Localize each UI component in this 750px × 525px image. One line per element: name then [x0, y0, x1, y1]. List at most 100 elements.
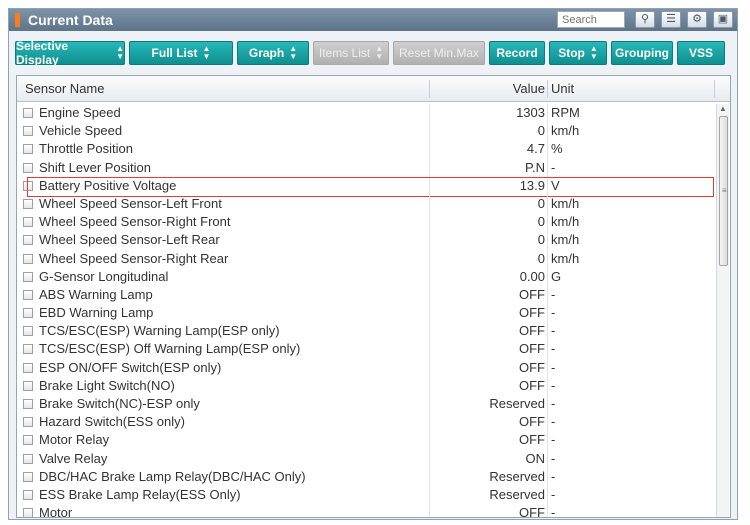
vss-button[interactable]: VSS	[677, 41, 725, 65]
sensor-name: EBD Warning Lamp	[39, 305, 154, 321]
sensor-value: Reserved	[489, 486, 545, 502]
reset-min-max-button[interactable]: Reset Min.Max	[393, 41, 485, 65]
row-checkbox[interactable]	[23, 217, 33, 228]
sensor-unit: -	[551, 505, 556, 518]
table-row[interactable]: Brake Switch(NC)-ESP only Reserved -	[17, 395, 714, 414]
row-checkbox[interactable]	[23, 399, 33, 409]
table-row[interactable]: EBD Warning Lamp OFF -	[17, 304, 714, 323]
table-row[interactable]: Vehicle Speed 0 km/h	[17, 122, 714, 141]
sensor-name: Engine Speed	[39, 105, 121, 120]
sensor-unit: km/h	[551, 250, 580, 266]
column-separator	[429, 340, 430, 359]
vertical-scrollbar[interactable]: ▲ ≡	[716, 104, 729, 517]
table-row[interactable]: DBC/HAC Brake Lamp Relay(DBC/HAC Only) Re…	[17, 467, 714, 486]
sensor-name: Motor	[39, 505, 73, 518]
row-checkbox[interactable]	[23, 326, 33, 337]
items-list-button[interactable]: Items List ▲ ▼	[313, 41, 389, 65]
settings-icon[interactable]: ⚙	[687, 11, 707, 28]
column-separator	[429, 104, 430, 123]
row-checkbox[interactable]	[23, 180, 33, 191]
list-icon[interactable]: ☰	[661, 11, 681, 28]
row-checkbox[interactable]	[23, 108, 33, 118]
table-row[interactable]: Motor OFF -	[17, 504, 714, 518]
column-separator	[429, 176, 430, 195]
table-row-selected[interactable]: Battery Positive Voltage 13.9 V	[17, 176, 714, 197]
window-icon[interactable]: ▣	[713, 11, 733, 28]
table-row[interactable]: TCS/ESC(ESP) Off Warning Lamp(ESP only) O…	[17, 340, 714, 359]
search-icon[interactable]: ⚲	[635, 11, 655, 28]
header-value[interactable]: Value	[437, 81, 545, 96]
table-row[interactable]: ESP ON/OFF Switch(ESP only) OFF -	[17, 358, 714, 377]
header-separator[interactable]	[547, 80, 548, 98]
record-button[interactable]: Record	[489, 41, 545, 65]
table-row[interactable]: G-Sensor Longitudinal 0.00 G	[17, 267, 714, 286]
sensor-value: P.N	[525, 159, 545, 175]
sensor-value: 0	[537, 123, 545, 139]
button-label: Reset Min.Max	[398, 46, 480, 60]
row-checkbox[interactable]	[23, 235, 33, 246]
column-separator	[429, 249, 430, 268]
sensor-data-grid: Sensor Name Value Unit Engine Speed 1303 R…	[16, 75, 731, 518]
row-checkbox[interactable]	[23, 162, 33, 173]
column-separator	[547, 104, 548, 123]
table-row[interactable]: TCS/ESC(ESP) Warning Lamp(ESP only) OFF -	[17, 322, 714, 341]
button-label: Full List	[151, 46, 198, 60]
scrollbar-thumb[interactable]: ≡	[719, 116, 728, 266]
sensor-name: DBC/HAC Brake Lamp Relay(DBC/HAC Only)	[39, 468, 306, 484]
spinner-icon: ▲ ▼	[589, 44, 598, 61]
header-separator[interactable]	[429, 80, 430, 98]
row-checkbox[interactable]	[23, 144, 33, 155]
selective-display-button[interactable]: Selective Display ▲ ▼	[15, 39, 125, 67]
table-row[interactable]: Motor Relay OFF -	[17, 431, 714, 450]
row-checkbox[interactable]	[23, 417, 33, 428]
row-checkbox[interactable]	[23, 362, 33, 373]
full-list-button[interactable]: Full List ▲ ▼	[129, 41, 233, 65]
grid-header: Sensor Name Value Unit	[17, 76, 730, 102]
search-input[interactable]	[557, 11, 625, 28]
column-separator	[547, 158, 548, 177]
row-checkbox[interactable]	[23, 380, 33, 391]
column-separator	[547, 285, 548, 305]
header-unit[interactable]: Unit	[551, 81, 574, 96]
stop-button[interactable]: Stop ▲ ▼	[549, 41, 607, 65]
row-checkbox[interactable]	[23, 471, 33, 482]
column-separator	[547, 122, 548, 141]
sensor-value: OFF	[519, 323, 545, 339]
sensor-name: ABS Warning Lamp	[39, 286, 153, 302]
row-checkbox[interactable]	[23, 198, 33, 209]
table-row[interactable]: Hazard Switch(ESS only) OFF -	[17, 413, 714, 432]
table-row[interactable]: Valve Relay ON -	[17, 449, 714, 468]
sensor-unit: -	[551, 341, 556, 357]
table-row[interactable]: Wheel Speed Sensor-Left Rear 0 km/h	[17, 231, 714, 250]
row-checkbox[interactable]	[23, 453, 33, 464]
column-separator	[429, 413, 430, 432]
table-row[interactable]: Wheel Speed Sensor-Right Rear 0 km/h	[17, 249, 714, 268]
table-row[interactable]: ESS Brake Lamp Relay(ESS Only) Reserved -	[17, 485, 714, 505]
scroll-up-arrow-icon[interactable]: ▲	[719, 104, 727, 113]
table-row[interactable]: Engine Speed 1303 RPM	[17, 104, 714, 123]
table-row[interactable]: Brake Light Switch(NO) OFF -	[17, 376, 714, 395]
row-checkbox[interactable]	[23, 344, 33, 355]
table-row[interactable]: Throttle Position 4.7%	[17, 140, 714, 159]
row-checkbox[interactable]	[23, 508, 33, 517]
table-row[interactable]: Wheel Speed Sensor-Right Front 0 km/h	[17, 213, 714, 232]
sensor-name: Brake Light Switch(NO)	[39, 377, 175, 393]
row-checkbox[interactable]	[23, 308, 33, 319]
row-checkbox[interactable]	[23, 271, 33, 282]
row-checkbox[interactable]	[23, 489, 33, 500]
row-checkbox[interactable]	[23, 435, 33, 446]
table-row[interactable]: Shift Lever Position P.N -	[17, 158, 714, 177]
row-checkbox[interactable]	[23, 126, 33, 137]
row-checkbox[interactable]	[23, 253, 33, 264]
column-separator	[429, 395, 430, 414]
sensor-name: Wheel Speed Sensor-Right Front	[39, 214, 231, 230]
grouping-button[interactable]: Grouping	[611, 41, 673, 65]
table-row[interactable]: ABS Warning Lamp OFF -	[17, 285, 714, 305]
spinner-icon: ▲ ▼	[116, 44, 124, 61]
row-checkbox[interactable]	[23, 289, 33, 300]
sensor-value: OFF	[519, 377, 545, 393]
table-row[interactable]: Wheel Speed Sensor-Left Front 0 km/h	[17, 194, 714, 214]
header-sensor-name[interactable]: Sensor Name	[25, 81, 104, 96]
column-separator	[547, 249, 548, 268]
graph-button[interactable]: Graph ▲ ▼	[237, 41, 309, 65]
